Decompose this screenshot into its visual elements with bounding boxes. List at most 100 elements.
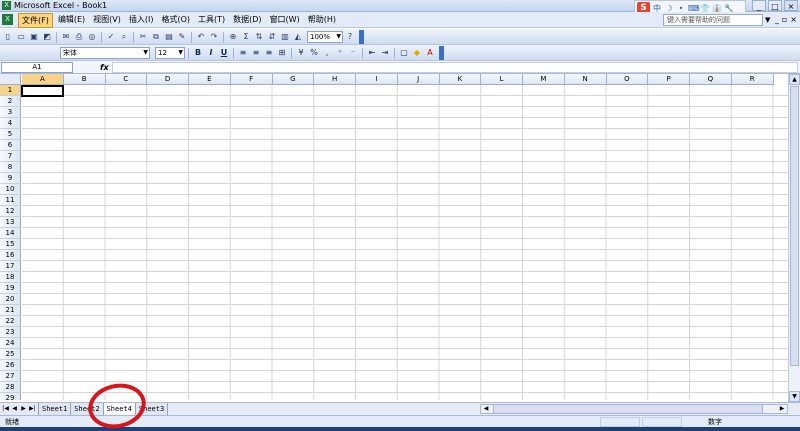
cell-area[interactable] [22, 85, 788, 400]
row-header-6[interactable]: 6 [0, 140, 21, 151]
excel-app-icon[interactable]: X [2, 1, 11, 10]
menu-file[interactable]: 文件(F) [18, 13, 53, 28]
print-icon[interactable]: ⎙ [73, 31, 85, 43]
font-size-select[interactable]: 12 ▼ [155, 47, 185, 59]
menu-view[interactable]: 视图(V) [90, 13, 124, 28]
doc-restore-button[interactable]: ▫ [782, 15, 787, 24]
borders-icon[interactable]: ▢ [398, 47, 410, 59]
help-dropdown-icon[interactable]: ▼ [765, 16, 770, 24]
worksheet-grid[interactable]: ABCDEFGHIJKLMNOPQR 1 2 3 4 5 6 7 8 9 10 11 12 13 14 15… [0, 74, 788, 400]
row-header-29[interactable]: 29 [0, 393, 21, 400]
paste-icon[interactable]: ▤ [163, 31, 175, 43]
drawing-icon[interactable]: ◭ [292, 31, 304, 43]
select-all-button[interactable] [0, 74, 21, 85]
scroll-right-icon[interactable]: ▶ [777, 405, 787, 413]
percent-button[interactable]: % [308, 47, 320, 59]
menu-data[interactable]: 数据(D) [230, 13, 264, 28]
insert-function-button[interactable]: fx [100, 61, 109, 74]
menu-edit[interactable]: 编辑(E) [55, 13, 88, 28]
row-header-18[interactable]: 18 [0, 272, 21, 283]
close-button[interactable]: × [784, 0, 798, 11]
menu-insert[interactable]: 插入(I) [126, 13, 157, 28]
decrease-indent-icon[interactable]: ⇤ [366, 47, 378, 59]
underline-button[interactable]: U [218, 47, 230, 59]
zoom-select[interactable]: 100% ▼ [307, 31, 343, 43]
save-icon[interactable]: ▣ [28, 31, 40, 43]
column-header-r[interactable]: R [731, 74, 774, 85]
row-header-23[interactable]: 23 [0, 327, 21, 338]
row-header-20[interactable]: 20 [0, 294, 21, 305]
row-header-19[interactable]: 19 [0, 283, 21, 294]
row-header-14[interactable]: 14 [0, 228, 21, 239]
row-header-8[interactable]: 8 [0, 162, 21, 173]
row-header-10[interactable]: 10 [0, 184, 21, 195]
new-document-icon[interactable]: ▯ [2, 31, 14, 43]
last-sheet-icon[interactable]: ▶| [29, 404, 36, 414]
sort-ascending-icon[interactable]: ⇅ [253, 31, 265, 43]
row-header-16[interactable]: 16 [0, 250, 21, 261]
copy-icon[interactable]: ⧉ [150, 31, 162, 43]
horizontal-scrollbar[interactable]: ◀ ▶ [480, 404, 788, 414]
next-sheet-icon[interactable]: ▶ [20, 404, 27, 414]
row-header-21[interactable]: 21 [0, 305, 21, 316]
chart-wizard-icon[interactable]: ▥ [279, 31, 291, 43]
help-icon[interactable]: ? [344, 31, 356, 43]
column-header-o[interactable]: O [606, 74, 649, 85]
vertical-scrollbar[interactable]: ▲ ▼ [788, 74, 800, 402]
row-header-13[interactable]: 13 [0, 217, 21, 228]
row-header-24[interactable]: 24 [0, 338, 21, 349]
currency-icon[interactable]: ¥ [295, 47, 307, 59]
merge-center-icon[interactable]: ⊞ [276, 47, 288, 59]
row-header-2[interactable]: 2 [0, 96, 21, 107]
row-header-28[interactable]: 28 [0, 382, 21, 393]
column-header-g[interactable]: G [272, 74, 315, 85]
email-icon[interactable]: ✉ [60, 31, 72, 43]
column-header-k[interactable]: K [439, 74, 482, 85]
row-header-12[interactable]: 12 [0, 206, 21, 217]
column-header-n[interactable]: N [564, 74, 607, 85]
column-header-a[interactable]: A [22, 74, 64, 85]
row-header-26[interactable]: 26 [0, 360, 21, 371]
increase-decimal-icon[interactable]: ⁺ [334, 47, 346, 59]
cut-icon[interactable]: ✂ [137, 31, 149, 43]
format-painter-icon[interactable]: ✎ [176, 31, 188, 43]
fill-color-icon[interactable]: ◆ [411, 47, 423, 59]
open-folder-icon[interactable]: ▭ [15, 31, 27, 43]
column-header-p[interactable]: P [648, 74, 690, 85]
maximize-button[interactable]: □ [768, 0, 782, 11]
align-center-icon[interactable]: ≡ [250, 47, 262, 59]
italic-button[interactable]: I [205, 47, 217, 59]
comma-style-icon[interactable]: , [321, 47, 333, 59]
column-header-q[interactable]: Q [690, 74, 732, 85]
menu-format[interactable]: 格式(O) [158, 13, 193, 28]
minimize-button[interactable]: _ [752, 0, 766, 11]
column-header-c[interactable]: C [105, 74, 148, 85]
column-header-m[interactable]: M [523, 74, 565, 85]
research-icon[interactable]: ⌕ [118, 31, 130, 43]
increase-indent-icon[interactable]: ⇥ [379, 47, 391, 59]
permission-icon[interactable]: ◩ [41, 31, 53, 43]
column-header-f[interactable]: F [230, 74, 273, 85]
align-right-icon[interactable]: ≡ [263, 47, 275, 59]
horizontal-scroll-thumb[interactable] [493, 405, 763, 413]
column-header-l[interactable]: L [481, 74, 523, 85]
row-header-5[interactable]: 5 [0, 129, 21, 140]
print-preview-icon[interactable]: ◎ [86, 31, 98, 43]
row-header-25[interactable]: 25 [0, 349, 21, 360]
first-sheet-icon[interactable]: |◀ [2, 404, 9, 414]
align-left-icon[interactable]: ≡ [237, 47, 249, 59]
menu-window[interactable]: 窗口(W) [267, 13, 303, 28]
active-cell-a1[interactable] [21, 85, 64, 97]
name-box[interactable]: A1 [1, 62, 73, 73]
row-header-1[interactable]: 1 [0, 85, 21, 96]
doc-minimize-button[interactable]: _ [775, 15, 779, 24]
column-header-j[interactable]: J [397, 74, 440, 85]
undo-icon[interactable]: ↶ [195, 31, 207, 43]
row-header-22[interactable]: 22 [0, 316, 21, 327]
column-header-e[interactable]: E [189, 74, 231, 85]
spelling-icon[interactable]: ✓ [105, 31, 117, 43]
row-header-27[interactable]: 27 [0, 371, 21, 382]
menu-help[interactable]: 帮助(H) [305, 13, 339, 28]
row-header-9[interactable]: 9 [0, 173, 21, 184]
row-header-3[interactable]: 3 [0, 107, 21, 118]
